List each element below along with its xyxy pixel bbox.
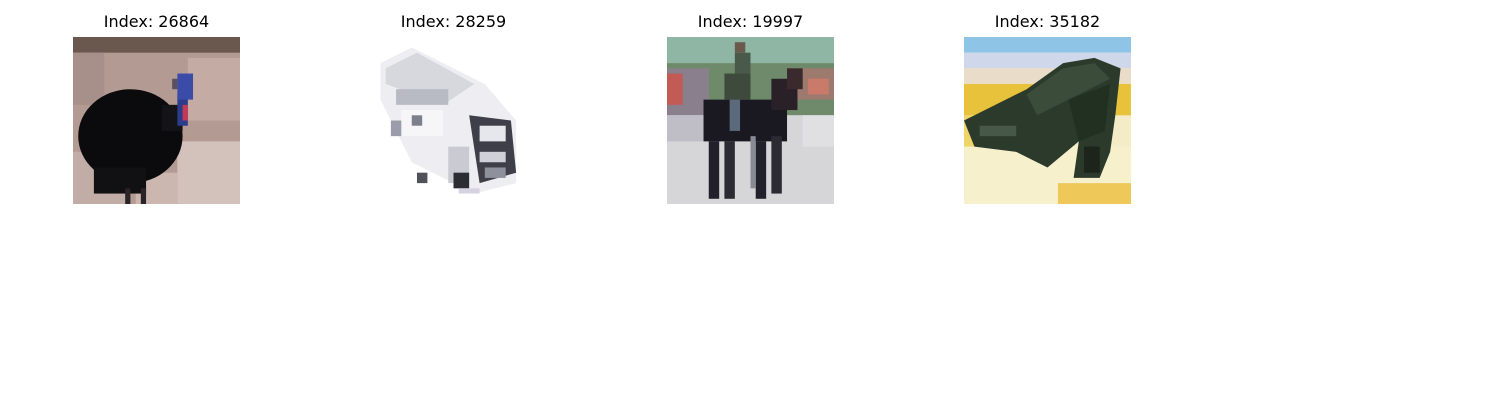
horse-rider-image <box>667 37 834 204</box>
bird-image <box>73 37 240 204</box>
panel-4-title: Index: 35182 <box>994 12 1101 31</box>
panel-1-title: Index: 26864 <box>103 12 210 31</box>
panel-3-title: Index: 19997 <box>697 12 804 31</box>
image-panel-4: Index: 35182 <box>964 10 1131 204</box>
image-grid-figure: Index: 26864 Index: 28259 Index: 19997 I… <box>0 0 1500 400</box>
panel-2-title: Index: 28259 <box>400 12 507 31</box>
truck-image <box>370 37 537 204</box>
image-panel-2: Index: 28259 <box>370 10 537 204</box>
image-panel-3: Index: 19997 <box>667 10 834 204</box>
airplane-image <box>964 37 1131 204</box>
image-panel-1: Index: 26864 <box>73 10 240 204</box>
